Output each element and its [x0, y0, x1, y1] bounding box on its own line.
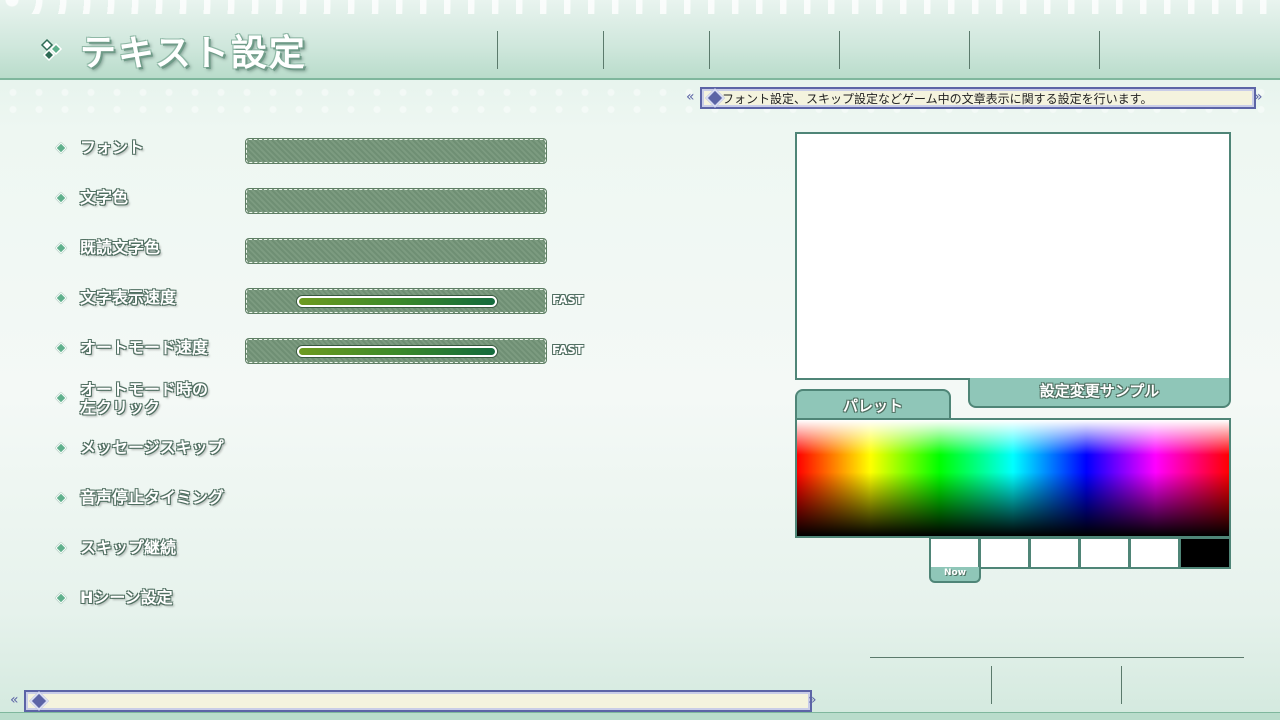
header-separator: [497, 31, 498, 69]
bullet-icon: [55, 142, 67, 154]
color-swatch[interactable]: [1079, 537, 1130, 569]
bullet-icon: [55, 342, 67, 354]
bullet-icon: [55, 442, 67, 454]
bottom-band: [0, 712, 1280, 720]
bullet-icon: [55, 242, 67, 254]
description-text: フォント設定、スキップ設定などゲーム中の文章表示に関する設定を行います。: [722, 92, 1153, 106]
option-label-message-skip: メッセージスキップ: [80, 438, 224, 457]
footer-button-3[interactable]: [1122, 662, 1244, 706]
page-title: テキスト設定: [80, 33, 307, 74]
bullet-icon: [55, 492, 67, 504]
preview-caption: 設定変更サンプル: [968, 378, 1231, 408]
color-swatch[interactable]: [979, 537, 1030, 569]
footer-button-1[interactable]: [870, 662, 991, 706]
color-swatch[interactable]: [1129, 537, 1180, 569]
slider-track[interactable]: [297, 346, 497, 357]
auto-speed-slider[interactable]: [245, 338, 547, 364]
footer-divider: [870, 657, 1244, 658]
now-label: Now: [929, 567, 981, 583]
color-swatch[interactable]: [1029, 537, 1080, 569]
bullet-icon: [55, 542, 67, 554]
header-separator: [1099, 31, 1100, 69]
color-palette[interactable]: [795, 418, 1231, 538]
auto-speed-fast-label: FAST: [552, 343, 583, 357]
header-tab-1[interactable]: [498, 28, 603, 72]
text-color-selector[interactable]: [245, 188, 547, 214]
text-speed-fast-label: FAST: [552, 293, 583, 307]
option-label-h-scene: Hシーン設定: [80, 588, 173, 607]
header-tab-2[interactable]: [604, 28, 709, 72]
option-label-voice-stop: 音声停止タイミング: [80, 488, 225, 507]
option-label-font: フォント: [80, 138, 145, 157]
option-label-read-text-color: 既読文字色: [80, 238, 161, 257]
header-lace-decoration: [0, 0, 1280, 14]
option-label-auto-click-line2: 左クリック: [80, 398, 161, 417]
option-label-text-color: 文字色: [80, 188, 129, 207]
header-tab-4[interactable]: [840, 28, 969, 72]
option-label-auto-click-line1: オートモード時の: [80, 380, 209, 399]
header-separator: [603, 31, 604, 69]
footer-separator: [991, 666, 992, 704]
bullet-icon: [55, 392, 67, 404]
option-label-skip-continue: スキップ継続: [80, 538, 177, 557]
header-separator: [709, 31, 710, 69]
header-separator: [839, 31, 840, 69]
palette-tab[interactable]: パレット: [795, 389, 951, 420]
read-text-color-selector[interactable]: [245, 238, 547, 264]
bullet-icon: [55, 292, 67, 304]
header-tab-3[interactable]: [710, 28, 839, 72]
status-ribbon: [24, 690, 812, 712]
ribbon-right-arrow-icon: »: [808, 692, 817, 708]
footer-separator: [1121, 666, 1122, 704]
color-swatch[interactable]: [1179, 537, 1231, 569]
header-separator: [969, 31, 970, 69]
description-ribbon: フォント設定、スキップ設定などゲーム中の文章表示に関する設定を行います。: [700, 87, 1256, 109]
text-speed-slider[interactable]: [245, 288, 547, 314]
option-label-auto-speed: オートモード速度: [80, 338, 209, 357]
ribbon-right-arrow-icon: »: [1254, 89, 1263, 105]
header-tab-5[interactable]: [970, 28, 1099, 72]
font-selector[interactable]: [245, 138, 547, 164]
text-preview-box: [795, 132, 1231, 380]
bullet-icon: [55, 192, 67, 204]
bullet-icon: [55, 592, 67, 604]
option-label-text-speed: 文字表示速度: [80, 288, 177, 307]
footer-button-2[interactable]: [992, 662, 1121, 706]
slider-track[interactable]: [297, 296, 497, 307]
color-swatch-now[interactable]: [929, 537, 980, 569]
title-diamond-icon: [40, 38, 63, 62]
info-diamond-icon: [29, 691, 49, 711]
